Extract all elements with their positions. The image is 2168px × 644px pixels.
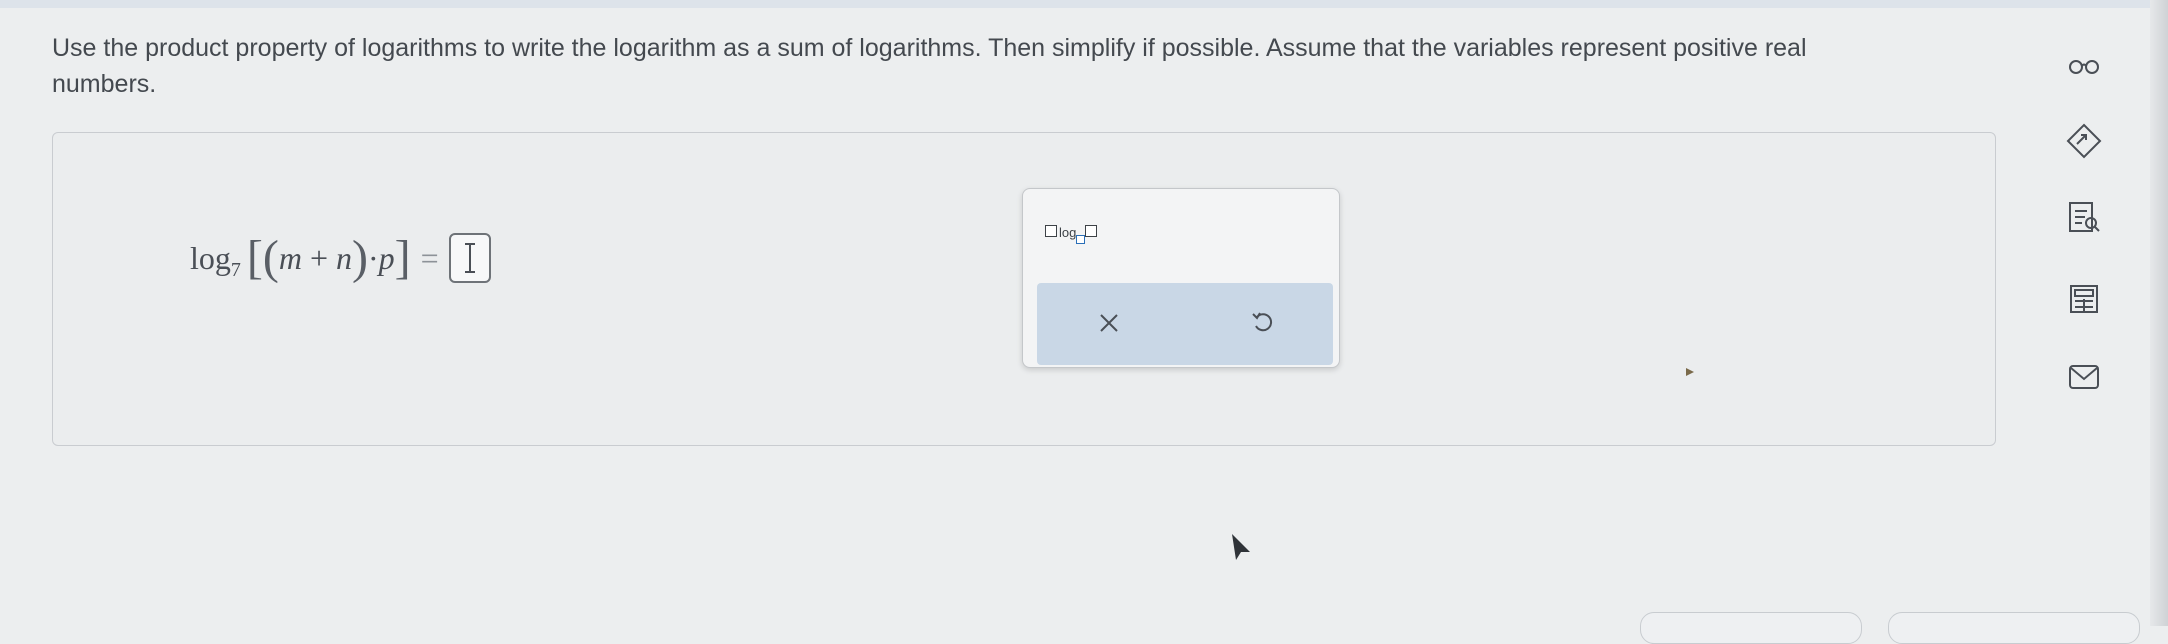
calculator-button[interactable] (2056, 274, 2112, 324)
log-base: 7 (230, 258, 241, 281)
open-paren: ( (262, 231, 279, 284)
bottom-tab-right[interactable] (1888, 612, 2140, 644)
log-label: log (190, 239, 231, 276)
close-bracket: ] (394, 231, 411, 284)
notes-button[interactable] (2056, 192, 2112, 242)
link-icon (2066, 123, 2102, 159)
open-bracket: [ (246, 231, 263, 284)
question-text: Use the product property of logarithms t… (52, 34, 1807, 98)
clear-button[interactable] (1089, 303, 1129, 343)
close-icon (1100, 314, 1118, 332)
small-arrow-icon (1686, 368, 1694, 376)
mail-button[interactable] (2056, 352, 2112, 402)
close-paren: ) (352, 231, 368, 284)
math-palette: log (1022, 188, 1340, 368)
palette-actions (1037, 283, 1333, 365)
plus-sign: + (309, 239, 329, 276)
variable-n: n (336, 239, 353, 276)
template-slot-icon (1045, 225, 1057, 237)
mail-icon (2069, 365, 2099, 389)
variable-p: p (378, 239, 395, 276)
multiply-dot: · (368, 239, 379, 276)
answer-input[interactable] (448, 233, 491, 283)
link-button[interactable] (2056, 116, 2112, 166)
undo-icon (1252, 312, 1273, 332)
calculator-icon (2070, 285, 2098, 313)
log-expression: log 7 [ ( m + n ) · p ] = (190, 228, 491, 288)
notes-icon (2069, 202, 2100, 232)
equals-sign: = (420, 239, 439, 276)
top-strip (0, 0, 2168, 8)
log-template-button[interactable]: log (1045, 225, 1098, 255)
mouse-pointer-icon (1232, 534, 1250, 560)
template-base-slot-icon (1076, 235, 1086, 244)
template-arg-slot-icon (1085, 225, 1098, 237)
right-edge (2150, 0, 2168, 626)
text-cursor-icon (464, 243, 475, 273)
undo-button[interactable] (1243, 303, 1283, 343)
log-template-label: log (1059, 225, 1077, 240)
variable-m: m (278, 239, 302, 276)
glasses-button[interactable] (2056, 40, 2112, 90)
bottom-tab-left[interactable] (1640, 612, 1862, 644)
glasses-icon (2069, 60, 2099, 74)
